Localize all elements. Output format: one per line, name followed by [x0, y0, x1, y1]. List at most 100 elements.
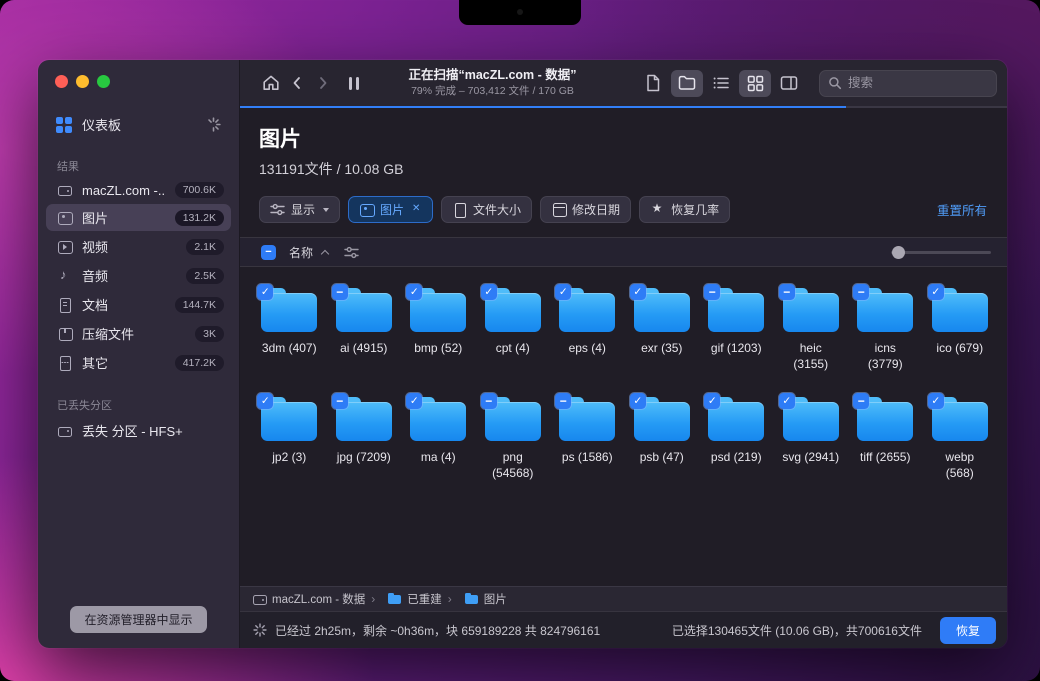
folder-icon[interactable] [783, 396, 839, 442]
folder-icon[interactable] [336, 287, 392, 333]
pause-scan-button[interactable] [344, 70, 364, 96]
folder-tile[interactable]: tiff (2655) [857, 396, 913, 481]
folder-tile[interactable]: cpt (4) [485, 287, 541, 372]
breadcrumb-item[interactable]: macZL.com - 数据 [252, 591, 365, 607]
folder-icon[interactable] [559, 396, 615, 442]
filter-chip[interactable]: 修改日期 [540, 196, 631, 223]
folder-tile[interactable]: bmp (52) [410, 287, 466, 372]
folder-icon[interactable] [857, 396, 913, 442]
folder-icon[interactable] [261, 287, 317, 333]
search-input[interactable] [848, 76, 988, 90]
display-options-chip[interactable]: 显示 [259, 196, 340, 223]
folder-icon[interactable] [634, 287, 690, 333]
folder-checkbox[interactable] [704, 284, 720, 300]
minimize-button[interactable] [76, 75, 89, 88]
folder-tile[interactable]: gif (1203) [708, 287, 764, 372]
folder-checkbox[interactable] [779, 284, 795, 300]
folder-tile[interactable]: heic (3155) [782, 287, 840, 372]
sidebar-item[interactable]: 压缩文件 3K [46, 320, 231, 347]
folder-tile[interactable]: ico (679) [932, 287, 988, 372]
folder-icon[interactable] [857, 287, 913, 333]
folder-icon[interactable] [485, 396, 541, 442]
folder-icon[interactable] [932, 396, 988, 442]
folder-tile[interactable]: 3dm (407) [261, 287, 317, 372]
show-in-explorer-button[interactable]: 在资源管理器中显示 [70, 606, 206, 633]
list-view-button[interactable] [705, 70, 737, 97]
reset-all-link[interactable]: 重置所有 [937, 200, 991, 219]
remove-filter-icon[interactable] [412, 205, 422, 215]
folder-icon[interactable] [336, 396, 392, 442]
folder-tile[interactable]: psd (219) [708, 396, 764, 481]
folder-icon[interactable] [261, 396, 317, 442]
folder-tile[interactable]: psb (47) [634, 396, 690, 481]
sidebar-item[interactable]: 其它 417.2K [46, 349, 231, 376]
sidebar-item-dashboard[interactable]: 仪表板 [50, 111, 227, 138]
select-all-checkbox[interactable] [261, 245, 276, 260]
folder-checkbox[interactable] [481, 393, 497, 409]
folder-icon[interactable] [634, 396, 690, 442]
folder-checkbox[interactable] [406, 284, 422, 300]
forward-button[interactable] [310, 70, 336, 96]
folder-icon[interactable] [559, 287, 615, 333]
close-button[interactable] [55, 75, 68, 88]
view-options-icon[interactable] [344, 246, 359, 259]
folder-tile[interactable]: png (54568) [484, 396, 542, 481]
folder-tile[interactable]: webp (568) [931, 396, 989, 481]
preview-panel-button[interactable] [773, 70, 805, 97]
folder-tile[interactable]: ps (1586) [559, 396, 615, 481]
folder-icon[interactable] [708, 396, 764, 442]
name-column-header[interactable]: 名称 [289, 244, 313, 261]
folder-tile[interactable]: exr (35) [634, 287, 690, 372]
folder-checkbox[interactable] [555, 393, 571, 409]
folder-tile[interactable]: svg (2941) [782, 396, 839, 481]
folder-checkbox[interactable] [928, 393, 944, 409]
active-type-filter-chip[interactable]: 图片 [348, 196, 433, 223]
slider-knob[interactable] [892, 246, 905, 259]
folder-tile[interactable]: jpg (7209) [336, 396, 392, 481]
folder-icon[interactable] [485, 287, 541, 333]
sidebar-item[interactable]: 图片 131.2K [46, 204, 231, 231]
zoom-button[interactable] [97, 75, 110, 88]
folder-checkbox[interactable] [779, 393, 795, 409]
folder-checkbox[interactable] [257, 284, 273, 300]
recover-button[interactable]: 恢复 [940, 617, 996, 644]
folder-checkbox[interactable] [928, 284, 944, 300]
folder-icon[interactable] [410, 287, 466, 333]
folder-icon[interactable] [410, 396, 466, 442]
folder-checkbox[interactable] [332, 284, 348, 300]
folder-checkbox[interactable] [853, 284, 869, 300]
folder-tile[interactable]: jp2 (3) [261, 396, 317, 481]
folder-icon[interactable] [708, 287, 764, 333]
folder-checkbox[interactable] [704, 393, 720, 409]
sidebar-item[interactable]: 文档 144.7K [46, 291, 231, 318]
folder-checkbox[interactable] [555, 284, 571, 300]
folder-checkbox[interactable] [630, 284, 646, 300]
folder-checkbox[interactable] [257, 393, 273, 409]
back-button[interactable] [284, 70, 310, 96]
folder-checkbox[interactable] [853, 393, 869, 409]
folder-checkbox[interactable] [481, 284, 497, 300]
folder-checkbox[interactable] [332, 393, 348, 409]
folder-view-button[interactable] [671, 70, 703, 97]
search-field[interactable] [819, 70, 997, 97]
sidebar-item-lost-partition[interactable]: 丢失 分区 - HFS+ [46, 417, 231, 444]
folder-checkbox[interactable] [406, 393, 422, 409]
folder-checkbox[interactable] [630, 393, 646, 409]
thumbnail-size-slider[interactable] [891, 245, 991, 259]
folder-tile[interactable]: eps (4) [559, 287, 615, 372]
home-button[interactable] [258, 70, 284, 96]
folder-icon[interactable] [783, 287, 839, 333]
sidebar-item[interactable]: 视频 2.1K [46, 233, 231, 260]
grid-view-button[interactable] [739, 70, 771, 97]
folder-tile[interactable]: ai (4915) [336, 287, 392, 372]
folder-tile[interactable]: icns (3779) [856, 287, 914, 372]
filter-chip[interactable]: 文件大小 [441, 196, 532, 223]
breadcrumb-item[interactable]: 图片 [442, 591, 507, 607]
file-view-button[interactable] [637, 70, 669, 97]
breadcrumb-item[interactable]: 已重建 [365, 591, 442, 607]
sidebar-item[interactable]: 音频 2.5K [46, 262, 231, 289]
filter-chip[interactable]: 恢复几率 [639, 196, 730, 223]
folder-icon[interactable] [932, 287, 988, 333]
folder-tile[interactable]: ma (4) [410, 396, 466, 481]
sidebar-item[interactable]: macZL.com -... 700.6K [46, 178, 231, 202]
